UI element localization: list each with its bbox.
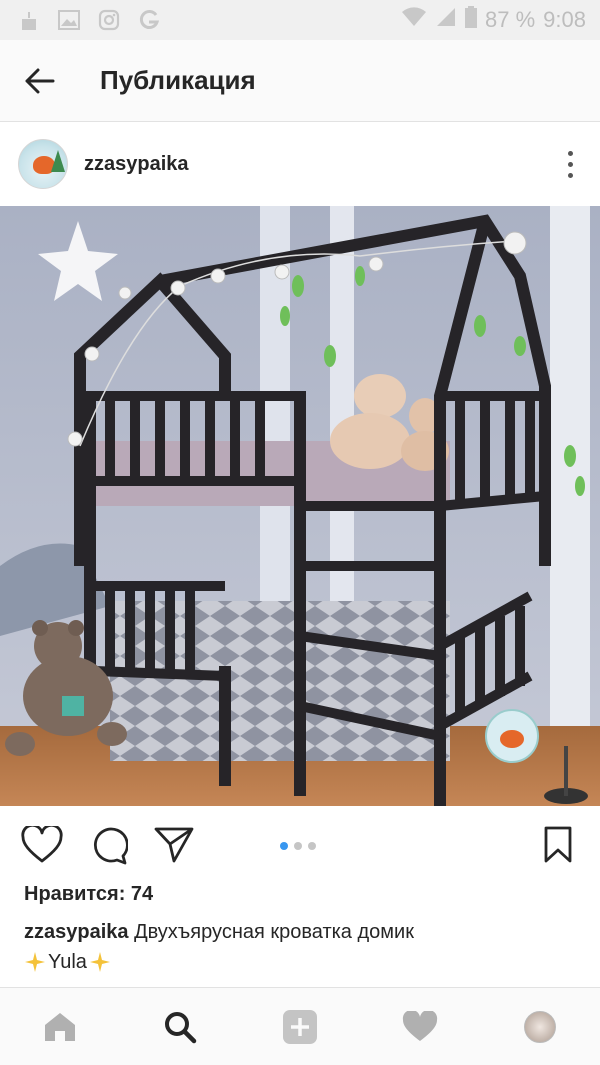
avatar[interactable] xyxy=(18,139,68,189)
sparkles-icon xyxy=(89,952,110,972)
caption-line-2: Yula xyxy=(24,948,111,976)
app-header: Публикация xyxy=(0,40,600,122)
carousel-dot xyxy=(294,842,302,850)
carousel-indicator xyxy=(280,842,316,850)
bottom-nav xyxy=(0,987,600,1065)
bookmark-icon xyxy=(544,826,572,863)
save-button[interactable] xyxy=(536,823,580,867)
post-header: zzasypaika xyxy=(0,122,600,206)
bunk-bed-photo xyxy=(0,206,600,806)
like-button[interactable] xyxy=(20,823,64,867)
status-bar: 87 % 9:08 xyxy=(0,0,600,40)
search-icon xyxy=(165,1011,197,1043)
more-options-button[interactable] xyxy=(540,122,600,206)
image-icon xyxy=(56,9,82,31)
sparkles-icon xyxy=(25,952,45,972)
carousel-dot-active xyxy=(280,842,288,850)
post-action-bar xyxy=(0,806,600,884)
profile-avatar xyxy=(524,1010,556,1043)
dot xyxy=(567,172,573,178)
g-icon xyxy=(136,9,162,31)
post-photo[interactable] xyxy=(0,206,600,806)
battery-icon xyxy=(465,6,478,34)
nav-activity[interactable] xyxy=(390,997,450,1057)
dot xyxy=(567,150,573,156)
arrow-left-icon xyxy=(25,68,55,93)
heart-icon xyxy=(21,826,63,863)
battery-level: 87 % xyxy=(485,7,536,32)
heart-icon xyxy=(402,1010,438,1041)
send-icon xyxy=(154,827,194,863)
nav-search[interactable] xyxy=(150,997,210,1057)
share-button[interactable] xyxy=(152,823,196,867)
cake-icon xyxy=(16,9,42,31)
signal-icon xyxy=(435,7,457,33)
clock: 9:08 xyxy=(543,7,586,32)
nav-home[interactable] xyxy=(30,997,90,1057)
instagram-icon xyxy=(96,9,122,31)
home-icon xyxy=(45,1012,75,1041)
carousel-dot xyxy=(308,842,316,850)
caption-yula: Yula xyxy=(48,951,87,973)
nav-profile[interactable] xyxy=(510,997,570,1057)
caption-text: Двухъярусная кроватка домик xyxy=(134,921,414,943)
post-username[interactable]: zzasypaika xyxy=(84,153,189,176)
wifi-icon xyxy=(401,7,427,33)
likes-count[interactable]: Нравится: 74 xyxy=(24,883,153,906)
add-icon xyxy=(283,1009,317,1044)
caption-username[interactable]: zzasypaika xyxy=(24,921,129,943)
caption: zzasypaika Двухъярусная кроватка домик xyxy=(24,918,584,946)
comment-button[interactable] xyxy=(86,823,130,867)
nav-add[interactable] xyxy=(270,997,330,1057)
page-title: Публикация xyxy=(100,65,256,95)
back-button[interactable] xyxy=(0,40,80,122)
dot xyxy=(567,161,573,167)
comment-icon xyxy=(93,827,128,865)
